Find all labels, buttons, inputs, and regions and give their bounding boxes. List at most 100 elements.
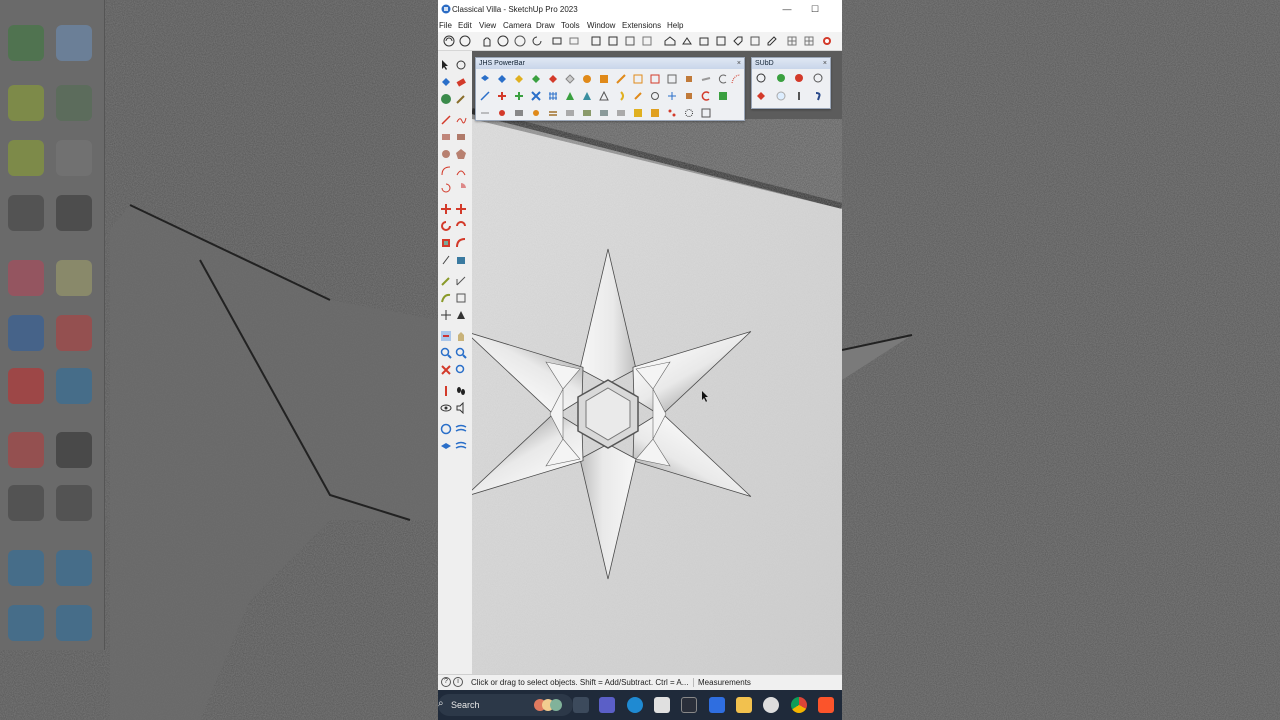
jhs-tool-45-icon[interactable]	[701, 108, 711, 118]
sandbox-stamp-icon[interactable]	[440, 440, 452, 452]
jhs-tool-24-icon[interactable]	[599, 91, 609, 101]
components-icon[interactable]	[749, 35, 761, 47]
sandbox-drape-icon[interactable]	[455, 440, 467, 452]
jhs-tool-31-icon[interactable]	[718, 91, 728, 101]
jhs-tool-16-icon[interactable]	[731, 74, 741, 84]
walk-tool-icon[interactable]	[440, 330, 452, 342]
rectangle-tool-icon[interactable]	[440, 131, 452, 143]
two-point-arc-icon[interactable]	[455, 165, 467, 177]
three-point-arc-icon[interactable]	[440, 182, 452, 194]
jhs-tool-33-icon[interactable]	[497, 108, 507, 118]
menu-window[interactable]: Window	[587, 21, 615, 30]
section-plane-icon[interactable]	[455, 309, 467, 321]
top-view-icon[interactable]	[551, 35, 563, 47]
jhs-tool-26-icon[interactable]	[633, 91, 643, 101]
hand-icon[interactable]	[481, 35, 493, 47]
hand-pan-icon[interactable]	[455, 330, 467, 342]
pencil-icon[interactable]	[440, 275, 452, 287]
drawing-viewport[interactable]: JHS PowerBar × SUbD ×	[472, 51, 842, 674]
zoom-extents-icon[interactable]	[440, 364, 452, 376]
geo-location-icon[interactable]: ?	[441, 677, 451, 687]
jhs-tool-44-icon[interactable]	[684, 108, 694, 118]
rotate-tool-icon[interactable]	[440, 220, 452, 232]
palette-close-icon[interactable]: ×	[823, 58, 827, 69]
pie-tool-icon[interactable]	[455, 182, 467, 194]
sandbox-icon[interactable]	[440, 423, 452, 435]
jhs-tool-41-icon[interactable]	[633, 108, 643, 118]
task-view-icon[interactable]	[573, 697, 589, 713]
move-tool-icon[interactable]	[440, 203, 452, 215]
menu-file[interactable]: File	[439, 21, 452, 30]
jhs-tool-22-icon[interactable]	[565, 91, 575, 101]
front-view-icon[interactable]	[568, 35, 580, 47]
palette-close-icon[interactable]: ×	[737, 58, 741, 69]
look-around-icon[interactable]	[514, 35, 526, 47]
measurements-label[interactable]: Measurements	[693, 678, 751, 687]
scale-tool-icon[interactable]	[440, 237, 452, 249]
jhs-tool-17-icon[interactable]	[480, 91, 490, 101]
jhs-tool-9-icon[interactable]	[616, 74, 626, 84]
zoom-icon[interactable]	[440, 347, 452, 359]
position-camera-icon[interactable]	[440, 309, 452, 321]
orbit-tool-icon[interactable]	[455, 59, 467, 71]
subd-tool-8-icon[interactable]	[813, 91, 823, 101]
paint-bucket-icon[interactable]	[440, 76, 452, 88]
jhs-tool-5-icon[interactable]	[548, 74, 558, 84]
freehand-icon[interactable]	[455, 114, 467, 126]
polygon-tool-icon[interactable]	[455, 148, 467, 160]
menu-camera[interactable]: Camera	[503, 21, 531, 30]
subd-tool-1-icon[interactable]	[756, 73, 766, 83]
jhs-tool-6-icon[interactable]	[565, 74, 575, 84]
dimension-icon[interactable]	[455, 254, 467, 266]
jhs-tool-38-icon[interactable]	[582, 108, 592, 118]
maximize-button[interactable]: ☐	[808, 2, 822, 16]
jhs-tool-7-icon[interactable]	[582, 74, 592, 84]
subd-tool-3-icon[interactable]	[794, 73, 804, 83]
text-tool-icon[interactable]	[455, 292, 467, 304]
teams-icon[interactable]	[599, 697, 615, 713]
jhs-tool-34-icon[interactable]	[514, 108, 524, 118]
jhs-tool-10-icon[interactable]	[633, 74, 643, 84]
circle-tool-icon[interactable]	[440, 148, 452, 160]
edge-icon[interactable]	[627, 697, 643, 713]
menu-view[interactable]: View	[479, 21, 496, 30]
share-icon[interactable]	[681, 35, 693, 47]
jhs-tool-13-icon[interactable]	[684, 74, 694, 84]
sandbox-smoove-icon[interactable]	[455, 423, 467, 435]
jhs-tool-25-icon[interactable]	[616, 91, 626, 101]
follow-me-icon[interactable]	[455, 220, 467, 232]
jhs-tool-32-icon[interactable]	[480, 108, 490, 118]
jhs-tool-27-icon[interactable]	[650, 91, 660, 101]
look-around-tool-icon[interactable]	[440, 385, 452, 397]
offset-tool-icon[interactable]	[455, 237, 467, 249]
sketchup-icon[interactable]	[681, 697, 697, 713]
jhs-tool-29-icon[interactable]	[684, 91, 694, 101]
visual-studio-icon[interactable]	[709, 697, 725, 713]
subd-tool-2-icon[interactable]	[776, 73, 786, 83]
file-explorer-icon[interactable]	[736, 697, 752, 713]
jhs-tool-14-icon[interactable]	[701, 74, 711, 84]
jhs-tool-2-icon[interactable]	[497, 74, 507, 84]
obs-icon[interactable]	[763, 697, 779, 713]
edit-icon[interactable]	[766, 35, 778, 47]
previous-view-icon[interactable]	[455, 364, 467, 376]
jhs-tool-1-icon[interactable]	[480, 74, 490, 84]
menu-draw[interactable]: Draw	[536, 21, 555, 30]
jhs-tool-37-icon[interactable]	[565, 108, 575, 118]
jhs-tool-39-icon[interactable]	[599, 108, 609, 118]
jhs-tool-30-icon[interactable]	[701, 91, 711, 101]
push-pull-icon[interactable]	[455, 203, 467, 215]
jhs-tool-40-icon[interactable]	[616, 108, 626, 118]
footprints-icon[interactable]	[455, 385, 467, 397]
subd-tool-7-icon[interactable]	[794, 91, 804, 101]
curve-tool-icon[interactable]	[440, 292, 452, 304]
extension-warehouse-icon[interactable]	[698, 35, 710, 47]
scene-icon[interactable]	[641, 35, 653, 47]
jhs-tool-28-icon[interactable]	[667, 91, 677, 101]
jhs-tool-43-icon[interactable]	[667, 108, 677, 118]
jhs-tool-4-icon[interactable]	[531, 74, 541, 84]
subd-tool-5-icon[interactable]	[756, 91, 766, 101]
jhs-tool-35-icon[interactable]	[531, 108, 541, 118]
arc-tool-icon[interactable]	[440, 165, 452, 177]
menu-help[interactable]: Help	[667, 21, 683, 30]
